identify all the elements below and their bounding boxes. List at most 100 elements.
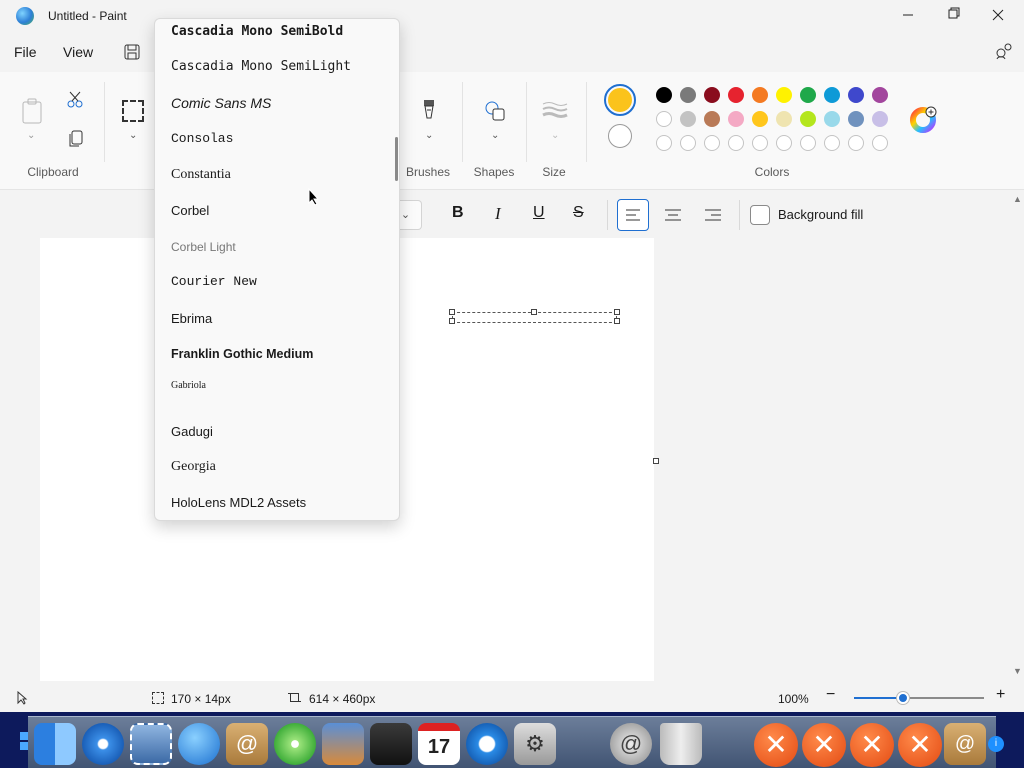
scroll-down-arrow-icon[interactable]: ▼ <box>1013 666 1022 676</box>
palette-color-swatch[interactable] <box>872 111 888 127</box>
close-x-icon[interactable]: ✕ <box>802 723 846 767</box>
palette-color-swatch[interactable] <box>728 111 744 127</box>
size-chevron-icon[interactable]: ⌄ <box>551 130 559 141</box>
text-box-handle[interactable] <box>449 318 455 324</box>
palette-color-swatch[interactable] <box>800 87 816 103</box>
copy-icon[interactable] <box>68 130 84 148</box>
palette-color-swatch[interactable] <box>872 87 888 103</box>
font-option-comic-sans-ms[interactable]: Comic Sans MS <box>171 95 271 111</box>
minimize-button[interactable] <box>896 0 920 32</box>
font-option-corbel-light[interactable]: Corbel Light <box>171 240 236 254</box>
palette-empty-swatch[interactable] <box>800 135 816 151</box>
primary-color-swatch[interactable] <box>604 84 636 116</box>
paste-chevron-icon[interactable]: ⌄ <box>27 130 35 141</box>
close-button[interactable] <box>986 0 1010 32</box>
zoom-slider-thumb[interactable] <box>897 692 910 704</box>
palette-color-swatch[interactable] <box>800 111 816 127</box>
itunes-icon[interactable] <box>274 723 316 765</box>
system-preferences-icon[interactable]: ⚙ <box>514 723 556 765</box>
close-x-icon[interactable]: ✕ <box>754 723 798 767</box>
palette-empty-swatch[interactable] <box>776 135 792 151</box>
palette-color-swatch[interactable] <box>656 111 672 127</box>
secondary-color-swatch[interactable] <box>608 124 632 148</box>
save-icon[interactable] <box>124 44 140 60</box>
menu-file[interactable]: File <box>4 34 47 70</box>
trash-icon[interactable] <box>660 723 702 765</box>
finder-icon[interactable] <box>34 723 76 765</box>
font-option-ebrima[interactable]: Ebrima <box>171 311 212 326</box>
font-option-courier-new[interactable]: Courier New <box>171 274 257 289</box>
font-option-cascadia-mono-semibold[interactable]: Cascadia Mono SemiBold <box>171 24 343 39</box>
background-fill-checkbox[interactable] <box>750 205 770 225</box>
text-box-handle[interactable] <box>449 309 455 315</box>
text-box-handle[interactable] <box>531 309 537 315</box>
palette-color-swatch[interactable] <box>824 111 840 127</box>
italic-button[interactable]: I <box>495 204 501 224</box>
safari-icon[interactable] <box>82 723 124 765</box>
align-right-button[interactable] <box>697 199 729 231</box>
quicktime-icon[interactable] <box>466 723 508 765</box>
palette-empty-swatch[interactable] <box>728 135 744 151</box>
brushes-icon[interactable] <box>421 98 437 124</box>
underline-button[interactable]: U <box>533 204 545 222</box>
palette-color-swatch[interactable] <box>848 87 864 103</box>
font-option-georgia[interactable]: Georgia <box>171 459 216 475</box>
maximize-button[interactable] <box>941 0 965 32</box>
palette-empty-swatch[interactable] <box>704 135 720 151</box>
font-option-cascadia-mono-semilight[interactable]: Cascadia Mono SemiLight <box>171 59 351 74</box>
zoom-out-button[interactable]: − <box>826 686 835 704</box>
close-x-icon[interactable]: ✕ <box>898 723 942 767</box>
brushes-chevron-icon[interactable]: ⌄ <box>425 130 433 141</box>
font-option-corbel[interactable]: Corbel <box>171 203 209 218</box>
align-center-button[interactable] <box>657 199 689 231</box>
cut-icon[interactable] <box>66 90 84 108</box>
address-book-icon[interactable]: @ <box>226 723 268 765</box>
strikethrough-button[interactable]: S <box>573 204 584 222</box>
font-option-constantia[interactable]: Constantia <box>171 167 231 183</box>
ical-icon[interactable]: 17 <box>418 723 460 765</box>
mail-icon[interactable]: @ <box>610 723 652 765</box>
text-box-handle[interactable] <box>614 309 620 315</box>
palette-color-swatch[interactable] <box>656 87 672 103</box>
canvas-resize-handle[interactable] <box>653 458 659 464</box>
vertical-scrollbar[interactable]: ▲ ▼ <box>1010 192 1024 682</box>
color-picker-icon[interactable] <box>910 105 938 133</box>
palette-color-swatch[interactable] <box>680 87 696 103</box>
palette-color-swatch[interactable] <box>704 111 720 127</box>
align-left-button[interactable] <box>617 199 649 231</box>
ichat-icon[interactable] <box>178 723 220 765</box>
font-list-scrollbar-thumb[interactable] <box>395 137 398 181</box>
zoom-in-button[interactable]: + <box>996 686 1005 704</box>
bold-button[interactable]: B <box>452 204 464 222</box>
contacts-card-icon[interactable]: @ <box>944 723 986 765</box>
scroll-up-arrow-icon[interactable]: ▲ <box>1013 194 1022 204</box>
palette-empty-swatch[interactable] <box>848 135 864 151</box>
palette-color-swatch[interactable] <box>704 87 720 103</box>
font-option-gadugi[interactable]: Gadugi <box>171 424 213 439</box>
font-option-gabriola[interactable]: Gabriola <box>171 380 206 391</box>
text-box-handle[interactable] <box>614 318 620 324</box>
shapes-chevron-icon[interactable]: ⌄ <box>491 130 499 141</box>
close-x-icon[interactable]: ✕ <box>850 723 894 767</box>
imovie-icon[interactable] <box>370 723 412 765</box>
palette-color-swatch[interactable] <box>776 87 792 103</box>
paste-icon[interactable] <box>21 98 43 124</box>
font-option-hololens-mdl2-assets[interactable]: HoloLens MDL2 Assets <box>171 495 306 510</box>
palette-empty-swatch[interactable] <box>872 135 888 151</box>
palette-color-swatch[interactable] <box>824 87 840 103</box>
iphoto-icon[interactable] <box>322 723 364 765</box>
palette-color-swatch[interactable] <box>848 111 864 127</box>
palette-empty-swatch[interactable] <box>680 135 696 151</box>
palette-empty-swatch[interactable] <box>752 135 768 151</box>
font-family-dropdown-list[interactable]: Cascadia Mono SemiBold Cascadia Mono Sem… <box>154 18 400 521</box>
size-icon[interactable] <box>542 100 568 120</box>
palette-color-swatch[interactable] <box>752 111 768 127</box>
palette-color-swatch[interactable] <box>728 87 744 103</box>
palette-empty-swatch[interactable] <box>824 135 840 151</box>
palette-empty-swatch[interactable] <box>656 135 672 151</box>
zoom-slider[interactable] <box>854 692 984 704</box>
shapes-icon[interactable] <box>484 100 506 122</box>
font-option-franklin-gothic-medium[interactable]: Franklin Gothic Medium <box>171 347 313 361</box>
palette-color-swatch[interactable] <box>776 111 792 127</box>
palette-color-swatch[interactable] <box>752 87 768 103</box>
